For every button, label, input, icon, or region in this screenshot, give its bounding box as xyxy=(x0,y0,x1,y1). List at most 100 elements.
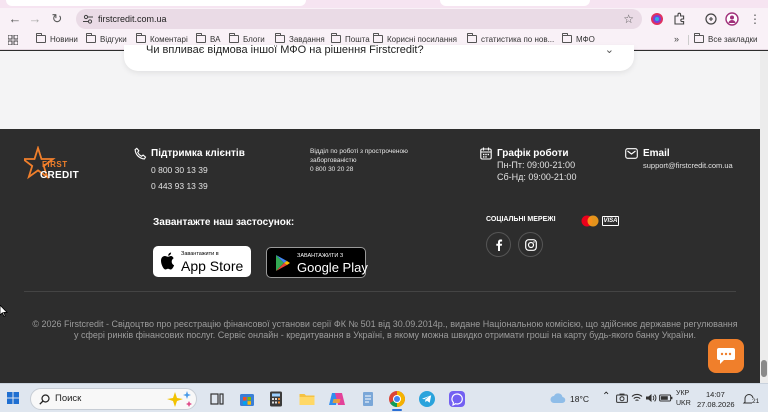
mouse-cursor-icon xyxy=(0,305,8,317)
faq-question[interactable]: Чи впливає відмова іншої МФО на рішення … xyxy=(146,45,424,56)
site-info-icon[interactable] xyxy=(82,13,94,25)
calendar-icon xyxy=(480,147,492,160)
folder-icon xyxy=(196,33,206,43)
google-play-icon xyxy=(276,255,290,271)
bookmark-item[interactable]: Відгуки xyxy=(86,33,127,46)
url-text[interactable]: firstcredit.com.ua xyxy=(98,12,167,26)
google-play-big-text: Google Play xyxy=(297,260,368,275)
weather-cloud-icon[interactable] xyxy=(550,392,566,404)
bookmark-star-icon[interactable]: ☆ xyxy=(623,11,634,27)
task-view-icon[interactable] xyxy=(208,390,226,408)
taskbar-search[interactable]: Поиск xyxy=(30,388,197,410)
scrollbar-thumb[interactable] xyxy=(761,360,767,377)
all-bookmarks[interactable]: Все закладки xyxy=(694,33,757,46)
apple-icon xyxy=(161,252,175,270)
folder-icon xyxy=(136,33,146,43)
volume-icon[interactable] xyxy=(645,393,657,403)
battery-icon[interactable] xyxy=(659,393,673,403)
email-address[interactable]: support@firstcredit.com.ua xyxy=(643,161,733,170)
keyboard-layout-bottom[interactable]: UKR xyxy=(676,400,691,407)
google-play-button[interactable]: ЗАВАНТАЖИТИ З Google Play xyxy=(266,247,368,278)
keyboard-layout-top[interactable]: УКР xyxy=(676,390,689,397)
instagram-button[interactable] xyxy=(518,232,543,257)
extensions-puzzle-icon[interactable] xyxy=(672,12,686,26)
viber-icon[interactable] xyxy=(448,390,466,408)
phone-icon xyxy=(134,147,147,160)
email-title: Email xyxy=(643,148,670,159)
instagram-icon xyxy=(525,239,537,251)
folder-icon xyxy=(36,33,46,43)
windows-start-icon[interactable] xyxy=(7,392,19,404)
active-tab[interactable] xyxy=(6,0,306,6)
browser-toolbar: ← → ↻ firstcredit.com.ua ☆ ⋮ xyxy=(0,8,768,30)
visa-icon: VISA xyxy=(602,216,619,226)
logo-first-text: FIRST xyxy=(42,160,68,169)
app-store-button[interactable]: Завантажити в App Store xyxy=(153,246,251,277)
menu-dots-icon[interactable]: ⋮ xyxy=(746,10,764,28)
facebook-button[interactable] xyxy=(486,232,511,257)
apps-grid-icon[interactable] xyxy=(8,35,18,45)
google-play-small-text: ЗАВАНТАЖИТИ З xyxy=(297,253,344,259)
microsoft-store-icon[interactable] xyxy=(238,390,256,408)
page-scrollbar[interactable] xyxy=(760,51,768,383)
search-placeholder: Поиск xyxy=(55,393,82,404)
logo-credit-text: CREDIT xyxy=(40,170,80,181)
bookmarks-divider xyxy=(688,35,689,45)
folder-icon xyxy=(229,33,239,43)
address-bar[interactable]: firstcredit.com.ua ☆ xyxy=(76,9,642,29)
folder-icon xyxy=(694,33,704,43)
sync-icon[interactable] xyxy=(704,12,718,26)
app-store-small-text: Завантажити в xyxy=(181,251,219,257)
calculator-icon[interactable] xyxy=(267,390,285,408)
overdue-phone[interactable]: 0 800 30 20 28 xyxy=(310,165,353,174)
reload-icon[interactable]: ↻ xyxy=(48,10,66,28)
file-explorer-icon[interactable] xyxy=(298,390,316,408)
support-title: Підтримка клієнтів xyxy=(151,148,245,159)
more-bookmarks-icon[interactable]: » xyxy=(674,34,679,44)
telegram-icon[interactable] xyxy=(418,390,436,408)
weather-temperature[interactable]: 18°C xyxy=(570,394,589,404)
tab[interactable] xyxy=(440,0,590,6)
facebook-icon xyxy=(496,239,503,251)
clock-time[interactable]: 14:07 xyxy=(706,390,725,399)
footer-divider xyxy=(24,291,736,292)
folder-icon xyxy=(373,33,383,43)
app-store-big-text: App Store xyxy=(181,258,244,274)
camera-tray-icon[interactable] xyxy=(616,393,628,403)
folder-icon xyxy=(331,33,341,43)
schedule-title: Графік роботи xyxy=(497,148,569,159)
support-phone-1[interactable]: 0 800 30 13 39 xyxy=(151,165,208,175)
notification-count: 21 xyxy=(752,398,760,405)
page-faq-area: Чи впливає відмова іншої МФО на рішення … xyxy=(0,44,760,129)
chrome-icon[interactable] xyxy=(388,390,406,408)
copyright-text: © 2026 Firstcredit - Свідоцтво про реєст… xyxy=(32,319,738,340)
clock-date[interactable]: 27.08.2026 xyxy=(697,400,735,409)
forward-icon[interactable]: → xyxy=(26,10,44,28)
folder-icon xyxy=(275,33,285,43)
bookmark-item[interactable]: Новини xyxy=(36,33,78,46)
folder-icon xyxy=(86,33,96,43)
mail-icon xyxy=(625,148,638,159)
search-highlight-icon xyxy=(167,391,192,407)
folder-icon xyxy=(467,33,477,43)
back-icon[interactable]: ← xyxy=(6,10,24,28)
overdue-title: Відділ по роботі з простроченою заборгов… xyxy=(310,148,408,164)
social-title: СОЦІАЛЬНІ МЕРЕЖІ xyxy=(486,216,556,223)
wifi-icon[interactable] xyxy=(631,393,643,403)
extension-colorful-icon[interactable] xyxy=(650,12,664,26)
chat-widget-button[interactable] xyxy=(708,339,744,373)
show-hidden-icons-icon[interactable]: ⌃ xyxy=(602,391,610,402)
support-phone-2[interactable]: 0 443 93 13 39 xyxy=(151,181,208,191)
chat-bubble-icon xyxy=(717,348,735,364)
active-app-indicator xyxy=(392,409,402,411)
profile-avatar-icon[interactable] xyxy=(725,12,739,26)
tab-strip xyxy=(0,0,768,8)
notepad-icon[interactable] xyxy=(359,390,377,408)
faq-accordion-item[interactable]: Чи впливає відмова іншої МФО на рішення … xyxy=(124,43,634,71)
site-footer: FIRST CREDIT Підтримка клієнтів 0 800 30… xyxy=(0,129,760,383)
chevron-down-icon[interactable]: ⌄ xyxy=(605,43,614,56)
copilot-icon[interactable] xyxy=(328,390,346,408)
folder-icon xyxy=(562,33,572,43)
download-app-title: Завантажте наш застосунок: xyxy=(153,217,295,228)
schedule-weekdays: Пн-Пт: 09:00-21:00 xyxy=(497,160,576,170)
